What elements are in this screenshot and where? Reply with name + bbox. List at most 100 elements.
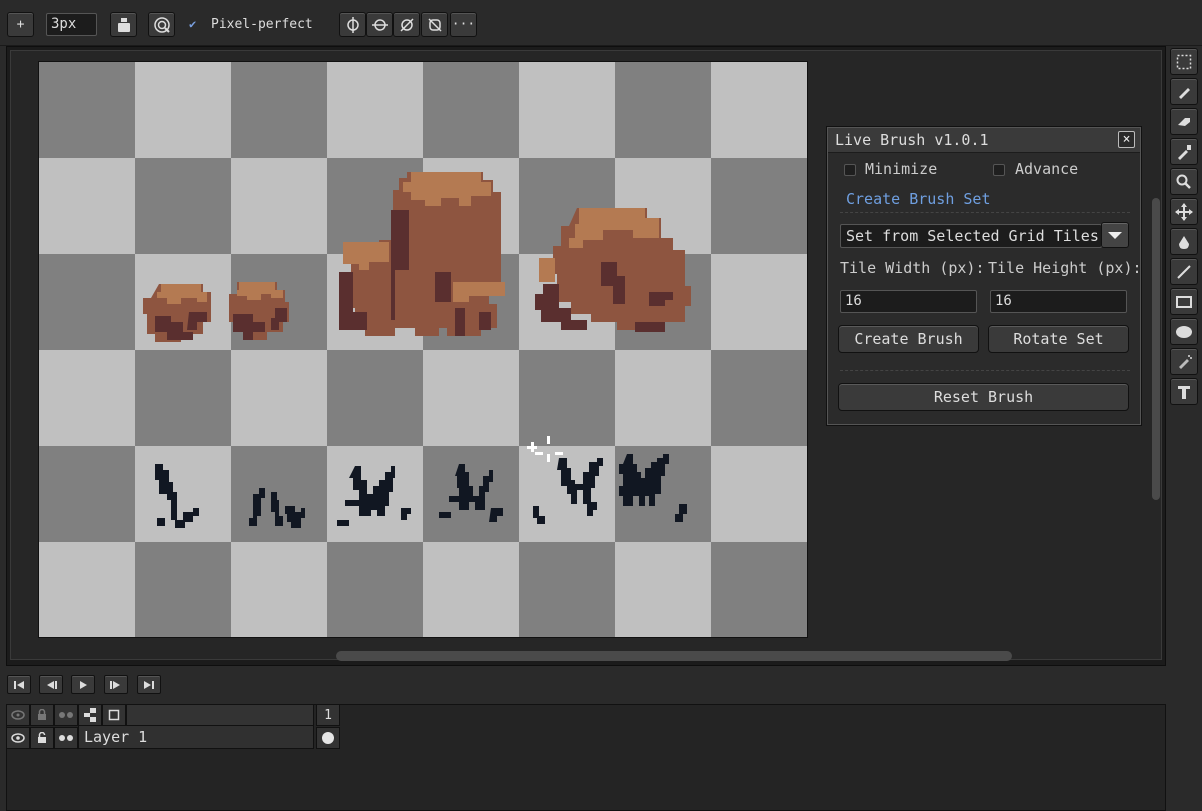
checker-tile — [807, 542, 808, 638]
minimize-checkbox[interactable] — [844, 164, 856, 176]
panel-titlebar[interactable]: Live Brush v1.0.1 × — [828, 128, 1140, 153]
ink-bottle-icon — [117, 17, 130, 32]
previous-frame-button[interactable] — [39, 675, 63, 694]
close-icon[interactable]: × — [1118, 131, 1135, 148]
rotate-set-button[interactable]: Rotate Set — [988, 325, 1129, 353]
symmetry-diagonal-button[interactable] — [393, 12, 420, 37]
tile-width-label: Tile Width (px): — [840, 259, 985, 277]
symmetry-vertical-button[interactable] — [339, 12, 366, 37]
transparency-checker — [39, 62, 808, 638]
ellipse-icon[interactable] — [1170, 318, 1198, 345]
live-brush-panel: Live Brush v1.0.1 × Minimize Advance Cre… — [827, 127, 1142, 425]
ink-button[interactable] — [110, 12, 137, 37]
pencil-icon[interactable] — [1170, 78, 1198, 105]
pixel-perfect-checkbox[interactable]: ✔ — [189, 18, 201, 30]
play-button[interactable] — [71, 675, 95, 694]
small-rock-2 — [229, 282, 289, 340]
symmetry-antidiagonal-button[interactable] — [421, 12, 448, 37]
previous-frame-icon — [47, 680, 57, 689]
checker-tile — [807, 254, 808, 350]
checker-tile — [615, 350, 711, 446]
checker-tile — [519, 542, 615, 637]
rectangle-select-icon[interactable] — [1170, 48, 1198, 75]
cel-icon[interactable] — [316, 727, 340, 749]
create-brush-button[interactable]: Create Brush — [838, 325, 979, 353]
lock-icon[interactable] — [30, 704, 54, 726]
checker-tile — [327, 62, 423, 158]
checker-tile — [231, 62, 327, 158]
checker-tile — [423, 350, 519, 446]
checker-tile — [39, 158, 135, 254]
checker-tile — [39, 62, 135, 158]
horizontal-scrollbar[interactable] — [336, 651, 1012, 661]
layer-name[interactable]: Layer 1 — [78, 725, 314, 749]
checker-tile — [807, 62, 808, 158]
rectangle-icon[interactable] — [1170, 288, 1198, 315]
sensor-button[interactable] — [148, 12, 175, 37]
set-source-select[interactable]: Set from Selected Grid Tiles — [840, 224, 1102, 248]
divider — [840, 212, 1130, 213]
layer-continuous-icon[interactable] — [54, 727, 78, 749]
checker-tile — [135, 542, 231, 637]
dropdown-button[interactable] — [1101, 222, 1129, 248]
checker-tile — [807, 158, 808, 254]
paint-bucket-icon[interactable] — [1170, 228, 1198, 255]
vertical-scrollbar[interactable] — [1152, 198, 1160, 500]
eraser-icon[interactable] — [1170, 108, 1198, 135]
more-label: ··· — [451, 17, 476, 32]
next-frame-icon — [110, 680, 120, 689]
new-layer-icon[interactable] — [102, 704, 126, 726]
checker-tile — [135, 350, 231, 446]
checker-tile — [231, 446, 327, 542]
checker-tile — [327, 542, 423, 637]
zoom-icon[interactable] — [1170, 168, 1198, 195]
add-button[interactable]: + — [7, 12, 34, 37]
layer-visibility-icon[interactable] — [6, 727, 30, 749]
timeline-controls — [0, 667, 1202, 703]
reset-brush-button[interactable]: Reset Brush — [838, 383, 1129, 411]
sprite-artwork — [39, 62, 808, 638]
checker-tile — [711, 254, 807, 350]
create-brush-set-link[interactable]: Create Brush Set — [846, 190, 991, 208]
next-frame-button[interactable] — [104, 675, 128, 694]
advance-label: Advance — [1015, 160, 1079, 178]
line-icon[interactable] — [1170, 258, 1198, 285]
symmetry-diagonal-icon — [399, 17, 414, 32]
checker-tile — [807, 446, 808, 542]
brush-size-field[interactable]: 3px — [46, 13, 97, 36]
checker-tile — [711, 446, 807, 542]
spray-icon[interactable] — [1170, 348, 1198, 375]
last-frame-button[interactable] — [137, 675, 161, 694]
symmetry-horizontal-button[interactable] — [366, 12, 393, 37]
tile-height-field[interactable]: 16 — [990, 290, 1127, 313]
sprite-canvas[interactable] — [38, 61, 808, 638]
text-icon[interactable] — [1170, 378, 1198, 405]
checker-tile — [423, 542, 519, 637]
checker-tile — [39, 350, 135, 446]
eye-icon[interactable] — [6, 704, 30, 726]
layer-lock-icon[interactable] — [30, 727, 54, 749]
layer-tree-icon[interactable] — [78, 704, 102, 726]
checker-tile — [39, 254, 135, 350]
checker-tile — [519, 350, 615, 446]
tile-width-field[interactable]: 16 — [840, 290, 977, 313]
checker-tile — [39, 542, 135, 637]
panel-title: Live Brush v1.0.1 — [835, 131, 989, 149]
symmetry-antidiagonal-icon — [427, 17, 442, 32]
layer-header-spacer — [126, 704, 314, 726]
frame-number[interactable]: 1 — [316, 704, 340, 726]
symmetry-horizontal-icon — [371, 18, 388, 31]
play-icon — [80, 680, 87, 689]
checker-tile — [615, 62, 711, 158]
eyedropper-icon[interactable] — [1170, 138, 1198, 165]
advance-checkbox[interactable] — [993, 164, 1005, 176]
minimize-label: Minimize — [865, 160, 938, 178]
pixel-perfect-label: Pixel-perfect — [211, 17, 313, 32]
add-label: + — [16, 17, 25, 32]
checker-tile — [807, 350, 808, 446]
move-icon[interactable] — [1170, 198, 1198, 225]
continuous-icon[interactable] — [54, 704, 78, 726]
first-frame-button[interactable] — [7, 675, 31, 694]
first-frame-icon — [14, 680, 24, 689]
more-options-button[interactable]: ··· — [450, 12, 477, 37]
